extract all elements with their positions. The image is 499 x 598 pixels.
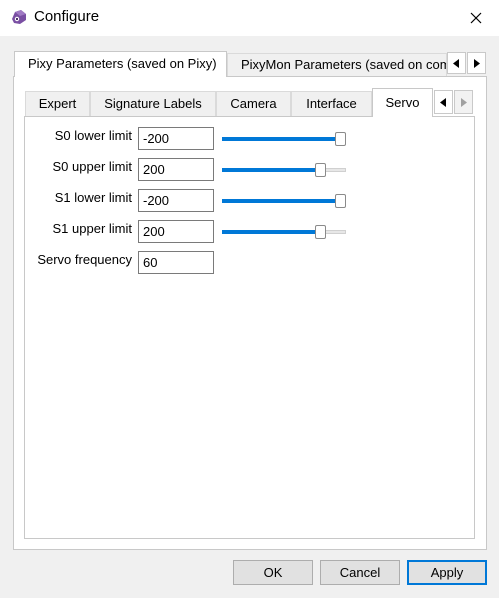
- tab-camera[interactable]: Camera: [216, 91, 291, 117]
- outer-tab-scroll-left-button[interactable]: [447, 52, 466, 74]
- ok-button[interactable]: OK: [233, 560, 313, 585]
- s1-lower-limit-slider[interactable]: [222, 194, 346, 208]
- close-icon: [470, 12, 482, 24]
- tab-label: Camera: [230, 96, 277, 111]
- tab-signature-labels[interactable]: Signature Labels: [90, 91, 216, 117]
- apply-button[interactable]: Apply: [407, 560, 487, 585]
- tab-expert[interactable]: Expert: [25, 91, 90, 117]
- slider-thumb[interactable]: [335, 132, 346, 146]
- tab-label: PixyMon Parameters (saved on computer): [241, 57, 446, 72]
- servo-panel: [24, 116, 475, 539]
- close-button[interactable]: [453, 0, 499, 36]
- tab-interface[interactable]: Interface: [291, 91, 372, 117]
- tab-label: Servo: [385, 95, 420, 110]
- pixy-icon: [9, 7, 29, 27]
- tab-label: Expert: [38, 96, 77, 111]
- param-label: S1 upper limit: [52, 221, 132, 236]
- window-title: Configure: [34, 8, 100, 25]
- right-arrow-icon: [461, 97, 467, 107]
- s1-lower-limit-input[interactable]: -200: [138, 189, 214, 212]
- left-arrow-icon: [440, 97, 446, 107]
- servo-frequency-input[interactable]: 60: [138, 251, 214, 274]
- s1-upper-limit-slider[interactable]: [222, 225, 346, 239]
- s0-upper-limit-slider[interactable]: [222, 163, 346, 177]
- slider-thumb[interactable]: [335, 194, 346, 208]
- tab-label: Pixy Parameters (saved on Pixy): [28, 56, 217, 71]
- s1-upper-limit-input[interactable]: 200: [138, 220, 214, 243]
- tab-servo[interactable]: Servo: [372, 88, 433, 117]
- outer-tab-scroll-right-button[interactable]: [467, 52, 486, 74]
- param-label: S0 lower limit: [54, 128, 132, 143]
- s0-upper-limit-input[interactable]: 200: [138, 158, 214, 181]
- slider-thumb[interactable]: [314, 163, 326, 177]
- slider-thumb[interactable]: [314, 225, 326, 239]
- left-arrow-icon: [453, 58, 459, 68]
- inner-tab-scroll-left-button[interactable]: [434, 90, 453, 114]
- right-arrow-icon: [474, 58, 480, 68]
- tab-label: Interface: [306, 96, 357, 111]
- s0-lower-limit-input[interactable]: -200: [138, 127, 214, 150]
- param-label: S1 lower limit: [54, 190, 132, 205]
- cancel-button[interactable]: Cancel: [320, 560, 400, 585]
- param-label: S0 upper limit: [52, 159, 132, 174]
- tab-label: Signature Labels: [104, 96, 202, 111]
- tab-pixy-parameters[interactable]: Pixy Parameters (saved on Pixy): [14, 51, 227, 77]
- s0-lower-limit-slider[interactable]: [222, 132, 346, 146]
- title-bar: Configure: [0, 0, 499, 36]
- tab-pixymon-parameters[interactable]: PixyMon Parameters (saved on computer): [227, 53, 447, 76]
- inner-tab-scroll-right-button[interactable]: [454, 90, 473, 114]
- param-label: Servo frequency: [37, 252, 132, 267]
